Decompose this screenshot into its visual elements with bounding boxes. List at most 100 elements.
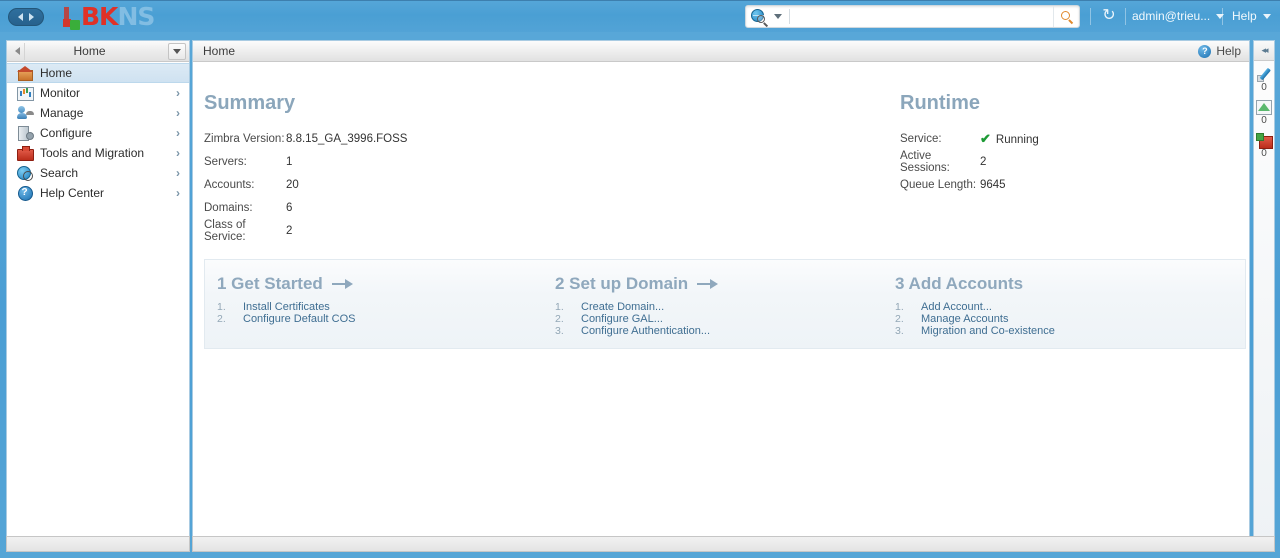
chevron-right-icon[interactable]: ›: [171, 186, 185, 200]
runtime-title: Runtime: [900, 92, 980, 114]
sidebar-item-configure[interactable]: Configure ›: [7, 123, 189, 143]
sidebar-item-help-center[interactable]: Help Center ›: [7, 183, 189, 203]
sidebar-dropdown-button[interactable]: [168, 42, 186, 60]
chevron-right-icon[interactable]: ›: [171, 86, 185, 100]
collapse-left-icon: ◂◂: [1261, 45, 1268, 55]
list-item: 3. Configure Authentication...: [555, 325, 883, 338]
account-chevron-down-icon[interactable]: [1216, 13, 1225, 19]
sidebar-item-home[interactable]: Home: [7, 63, 189, 83]
global-search-bar[interactable]: [745, 5, 1080, 28]
monitor-icon: [17, 85, 34, 101]
chevron-right-icon[interactable]: ›: [171, 146, 185, 160]
content-help-button[interactable]: ? Help: [1198, 44, 1245, 58]
summary-value: 8.8.15_GA_3996.FOSS: [286, 132, 408, 145]
link-manage-accounts[interactable]: Manage Accounts: [921, 313, 1008, 326]
collapse-panel-button[interactable]: ◂◂: [1254, 41, 1274, 61]
content-header: Home ? Help: [193, 41, 1249, 62]
left-sidebar: Home Home Monitor › Manage › Configure ›: [6, 40, 190, 552]
tools-icon: [17, 145, 34, 161]
rail-count: 0: [1261, 148, 1267, 159]
list-number: 1.: [217, 301, 226, 313]
link-add-account[interactable]: Add Account...: [921, 301, 992, 314]
content-help-label: Help: [1216, 44, 1241, 58]
chevron-right-icon[interactable]: ›: [171, 166, 185, 180]
link-configure-authentication[interactable]: Configure Authentication...: [581, 325, 710, 338]
runtime-section: Runtime Service: ✔ Running Active Session…: [900, 92, 1230, 196]
step-link-list: 1. Add Account... 2. Manage Accounts 3. …: [895, 301, 1245, 338]
header-help-menu[interactable]: Help: [1232, 5, 1271, 27]
logo-text-secondary: NS: [117, 1, 155, 31]
rail-item-compose[interactable]: 0: [1254, 66, 1274, 94]
runtime-key: Active Sessions:: [900, 149, 950, 174]
step-heading: 1 Get Started: [217, 274, 543, 294]
getting-started-card: 1 Get Started 1. Install Certificates 2.…: [204, 259, 1246, 349]
runtime-value: 9645: [980, 178, 1006, 191]
globe-search-icon[interactable]: [751, 8, 767, 25]
list-number: 3.: [555, 325, 564, 337]
link-migration-and-co-existence[interactable]: Migration and Co-existence: [921, 325, 1055, 338]
step-link-list: 1. Install Certificates 2. Configure Def…: [217, 301, 543, 326]
sidebar-item-monitor[interactable]: Monitor ›: [7, 83, 189, 103]
zimbra-admin-console: BK NS ↻ admin@trieu... Help Home Home Mo…: [0, 0, 1280, 558]
link-configure-gal[interactable]: Configure GAL...: [581, 313, 663, 326]
runtime-row-service: Service: ✔ Running: [900, 127, 1230, 150]
compose-pen-icon: [1256, 66, 1272, 82]
list-number: 2.: [555, 313, 564, 325]
step-get-started: 1 Get Started 1. Install Certificates 2.…: [205, 260, 543, 348]
sidebar-back-icon[interactable]: [11, 42, 25, 60]
service-status-label: Running: [995, 133, 1039, 146]
sidebar-item-label: Tools and Migration: [40, 146, 145, 160]
refresh-button[interactable]: ↻: [1098, 5, 1120, 27]
configure-icon: [17, 125, 34, 141]
sidebar-item-manage[interactable]: Manage ›: [7, 103, 189, 123]
search-icon: [17, 165, 33, 181]
summary-value: 6: [286, 201, 293, 214]
search-divider: [789, 9, 790, 24]
step-set-up-domain: 2 Set up Domain 1. Create Domain... 2. C…: [543, 260, 883, 348]
link-install-certificates[interactable]: Install Certificates: [243, 301, 330, 314]
breadcrumb: Home: [203, 44, 236, 58]
rail-item-tools[interactable]: 0: [1254, 132, 1274, 160]
step-title: 1 Get Started: [217, 274, 323, 293]
right-mini-rail: ◂◂ 0 0 0: [1253, 40, 1275, 552]
runtime-key: Queue Length:: [900, 178, 977, 191]
list-number: 1.: [555, 301, 564, 313]
link-configure-default-cos[interactable]: Configure Default COS: [243, 313, 356, 326]
tools-box-icon: [1256, 132, 1273, 149]
header-divider-2: [1125, 8, 1126, 25]
forward-arrow-icon[interactable]: [29, 12, 34, 21]
check-icon: ✔: [980, 130, 991, 146]
summary-key: Domains:: [204, 201, 253, 214]
account-label: admin@trieu...: [1132, 9, 1211, 23]
search-scope-chevron-down-icon[interactable]: [774, 14, 782, 19]
sidebar-item-label: Manage: [40, 106, 84, 120]
summary-row: Zimbra Version: 8.8.15_GA_3996.FOSS: [204, 127, 684, 150]
summary-key: Accounts:: [204, 178, 255, 191]
help-chevron-down-icon[interactable]: [1262, 13, 1271, 19]
chevron-right-icon[interactable]: ›: [171, 126, 185, 140]
summary-title: Summary: [204, 92, 296, 114]
back-arrow-icon[interactable]: [18, 12, 23, 21]
link-create-domain[interactable]: Create Domain...: [581, 301, 664, 314]
step-link-list: 1. Create Domain... 2. Configure GAL... …: [555, 301, 883, 338]
search-input[interactable]: [795, 7, 1053, 26]
sidebar-item-label: Configure: [40, 126, 93, 140]
list-number: 2.: [895, 313, 904, 325]
search-submit-button[interactable]: [1053, 6, 1079, 27]
sidebar-item-label: Search: [40, 166, 79, 180]
list-number: 3.: [895, 325, 904, 337]
summary-value: 1: [286, 155, 293, 168]
chevron-right-icon[interactable]: ›: [171, 106, 185, 120]
sidebar-item-tools-and-migration[interactable]: Tools and Migration ›: [7, 143, 189, 163]
status-bar: [6, 536, 1275, 552]
browser-nav-buttons[interactable]: [8, 7, 44, 26]
header-help-label: Help: [1232, 9, 1257, 23]
rail-item-monitor[interactable]: 0: [1254, 99, 1274, 127]
sidebar-item-search[interactable]: Search ›: [7, 163, 189, 183]
magnifier-icon: [1060, 10, 1073, 23]
summary-key: Servers:: [204, 155, 247, 168]
account-menu[interactable]: admin@trieu...: [1132, 5, 1225, 27]
summary-section: Summary Zimbra Version: 8.8.15_GA_3996.F…: [204, 92, 684, 243]
runtime-row: Queue Length: 9645: [900, 173, 1230, 196]
step-heading: 2 Set up Domain: [555, 274, 883, 294]
